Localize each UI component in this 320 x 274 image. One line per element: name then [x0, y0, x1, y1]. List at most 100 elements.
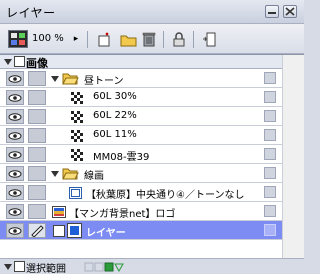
chevron-down-icon[interactable]	[51, 171, 59, 177]
group-header[interactable]: 画像	[0, 55, 304, 70]
lock-toggle[interactable]	[28, 147, 46, 162]
layer-name: 60L 11%	[93, 129, 137, 140]
lock-toggle[interactable]	[28, 185, 46, 200]
visibility-toggle[interactable]	[6, 166, 24, 181]
layer-menu-button[interactable]	[264, 167, 276, 179]
tone-checker-icon	[71, 111, 83, 123]
eye-icon	[8, 93, 22, 102]
visibility-toggle[interactable]	[6, 109, 24, 124]
edit-toggle[interactable]	[28, 223, 46, 238]
trash-icon	[142, 32, 156, 47]
color-grid-icon	[11, 33, 25, 45]
toolbar-separator	[87, 31, 88, 48]
lock-toggle[interactable]	[28, 166, 46, 181]
layer-row[interactable]: MM08-雲39	[0, 145, 304, 164]
layer-name: 60L 30%	[93, 91, 137, 102]
layer-name: 【秋葉原】中央通り④／トーンなし	[86, 190, 245, 201]
zoom-arrow-icon[interactable]: ▸	[72, 33, 80, 45]
selection-tools-icon[interactable]	[84, 262, 124, 272]
layer-name: MM08-雲39	[93, 152, 150, 163]
lock-icon	[173, 32, 185, 47]
scrollbar[interactable]	[282, 55, 304, 259]
visibility-toggle[interactable]	[6, 128, 24, 143]
palette-titlebar: レイヤー	[0, 0, 304, 24]
visibility-toggle[interactable]	[6, 185, 24, 200]
folder-icon	[120, 35, 136, 46]
lock-layer-button[interactable]	[171, 31, 187, 48]
visibility-toggle[interactable]	[6, 90, 24, 105]
chevron-down-icon[interactable]	[4, 59, 12, 65]
raster-layer-icon	[69, 187, 82, 199]
layer-row[interactable]: 線画	[0, 164, 304, 183]
layer-row[interactable]: 60L 22%	[0, 107, 304, 126]
eye-icon	[8, 169, 22, 178]
folder-open-icon	[62, 168, 79, 180]
visibility-toggle[interactable]	[6, 147, 24, 162]
layer-menu-button[interactable]	[264, 205, 276, 217]
layer-toolbar: 100 % ▸	[0, 24, 304, 54]
layer-row[interactable]: 60L 30%	[0, 88, 304, 107]
eye-icon	[8, 226, 22, 235]
close-icon	[285, 7, 295, 16]
layer-menu-button[interactable]	[264, 72, 276, 84]
layer-row-selected[interactable]: レイヤー	[0, 221, 304, 240]
zoom-value[interactable]: 100 %	[32, 33, 64, 44]
minimize-icon	[268, 12, 276, 14]
selection-bar: 選択範囲	[0, 258, 304, 274]
layer-name: 線画	[84, 171, 104, 182]
layer-row[interactable]: 昼トーン	[0, 69, 304, 88]
pen-icon	[31, 225, 44, 238]
eye-icon	[8, 207, 22, 216]
lock-toggle[interactable]	[28, 90, 46, 105]
layer-list-empty-area	[0, 240, 282, 259]
new-layer-button[interactable]	[95, 31, 113, 48]
page-icon	[14, 56, 25, 67]
lock-toggle[interactable]	[28, 128, 46, 143]
close-button[interactable]	[283, 5, 297, 18]
layer-menu-button[interactable]	[264, 186, 276, 198]
folder-open-icon	[62, 73, 79, 85]
eye-icon	[8, 150, 22, 159]
eye-icon	[8, 112, 22, 121]
lock-toggle[interactable]	[28, 109, 46, 124]
visibility-toggle[interactable]	[6, 223, 24, 238]
layer-menu-button[interactable]	[264, 110, 276, 122]
new-layer-icon	[98, 32, 110, 46]
chevron-down-icon[interactable]	[51, 76, 59, 82]
eye-icon	[8, 74, 22, 83]
visibility-toggle[interactable]	[6, 71, 24, 86]
layer-row[interactable]: 60L 11%	[0, 126, 304, 145]
layer-property-button[interactable]	[201, 31, 217, 48]
layer-property-icon	[203, 32, 216, 47]
tone-checker-icon	[71, 130, 83, 142]
layer-menu-button[interactable]	[264, 129, 276, 141]
palette-title: レイヤー	[6, 6, 56, 20]
toolbar-separator	[163, 31, 164, 48]
lock-toggle[interactable]	[28, 71, 46, 86]
chevron-down-icon[interactable]	[4, 264, 12, 270]
layer-menu-button[interactable]	[264, 148, 276, 160]
tone-checker-icon	[71, 149, 83, 161]
visibility-toggle[interactable]	[6, 204, 24, 219]
layer-list: 画像 昼トーン 60L 30% 60L 22% 60L 11% MM08-雲39…	[0, 54, 304, 259]
blue-square-icon	[67, 223, 82, 238]
eye-icon	[8, 188, 22, 197]
selection-label: 選択範囲	[26, 264, 66, 274]
layer-color-mode-button[interactable]	[8, 30, 28, 48]
layer-name: 昼トーン	[84, 76, 124, 87]
layer-menu-button[interactable]	[264, 224, 276, 236]
layer-name: レイヤー	[86, 228, 126, 239]
tone-checker-icon	[71, 92, 83, 104]
toolbar-separator	[193, 31, 194, 48]
lock-toggle[interactable]	[28, 204, 46, 219]
layer-checkbox-icon[interactable]	[53, 225, 65, 237]
eye-icon	[8, 131, 22, 140]
new-folder-button[interactable]	[119, 31, 137, 48]
layer-row[interactable]: 【マンガ背景net】ロゴ	[0, 202, 304, 221]
minimize-button[interactable]	[265, 5, 279, 18]
color-layer-icon	[52, 206, 66, 218]
layer-row[interactable]: 【秋葉原】中央通り④／トーンなし	[0, 183, 304, 202]
layer-name: 60L 22%	[93, 110, 137, 121]
layer-menu-button[interactable]	[264, 91, 276, 103]
delete-layer-button[interactable]	[141, 30, 157, 48]
